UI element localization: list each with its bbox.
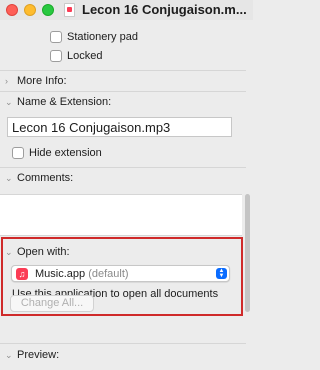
open-with-header[interactable]: ⌄ Open with:	[5, 246, 70, 258]
divider	[0, 167, 246, 168]
change-all-button[interactable]: Change All...	[10, 295, 94, 312]
chevron-right-icon: ›	[5, 76, 8, 86]
comments-header[interactable]: ⌄ Comments:	[5, 172, 73, 184]
app-default-tag: (default)	[88, 268, 129, 280]
name-extension-label: Name & Extension:	[17, 96, 112, 108]
divider	[0, 91, 246, 92]
music-file-icon	[64, 3, 75, 17]
title-bar: Lecon 16 Conjugaison.m...	[0, 0, 253, 20]
zoom-window-button[interactable]	[42, 4, 54, 16]
chevron-down-icon: ⌄	[5, 173, 13, 183]
chevron-down-icon: ⌄	[5, 350, 13, 360]
locked-checkbox[interactable]	[50, 50, 62, 62]
app-name: Music.app	[35, 268, 86, 280]
divider	[0, 343, 246, 344]
comments-label: Comments:	[17, 172, 74, 184]
chevron-down-icon: ⌄	[5, 247, 13, 257]
name-extension-header[interactable]: ⌄ Name & Extension:	[5, 96, 111, 108]
stationery-pad-label: Stationery pad	[67, 31, 138, 43]
popup-arrows-icon: ▲ ▼	[216, 268, 227, 279]
divider	[0, 70, 246, 71]
comments-textarea[interactable]	[0, 194, 242, 236]
minimize-window-button[interactable]	[24, 4, 36, 16]
close-window-button[interactable]	[6, 4, 18, 16]
chevron-down-icon: ⌄	[5, 97, 13, 107]
music-note-icon: ♫	[16, 268, 28, 280]
hide-extension-label: Hide extension	[29, 147, 102, 159]
preview-header[interactable]: ⌄ Preview:	[5, 349, 59, 361]
open-with-label: Open with:	[17, 246, 70, 258]
more-info-label: More Info:	[17, 75, 67, 87]
filename-field[interactable]: Lecon 16 Conjugaison.mp3	[7, 117, 232, 137]
more-info-header[interactable]: › More Info:	[5, 75, 67, 87]
stationery-pad-checkbox[interactable]	[50, 31, 62, 43]
window-title: Lecon 16 Conjugaison.m...	[82, 2, 247, 17]
preview-label: Preview:	[17, 349, 60, 361]
locked-label: Locked	[67, 50, 103, 62]
open-with-app-popup[interactable]: ♫ Music.app (default) ▲ ▼	[11, 265, 230, 282]
scroll-thumb[interactable]	[245, 194, 250, 312]
scrollbar[interactable]	[243, 194, 252, 314]
hide-extension-checkbox[interactable]	[12, 147, 24, 159]
